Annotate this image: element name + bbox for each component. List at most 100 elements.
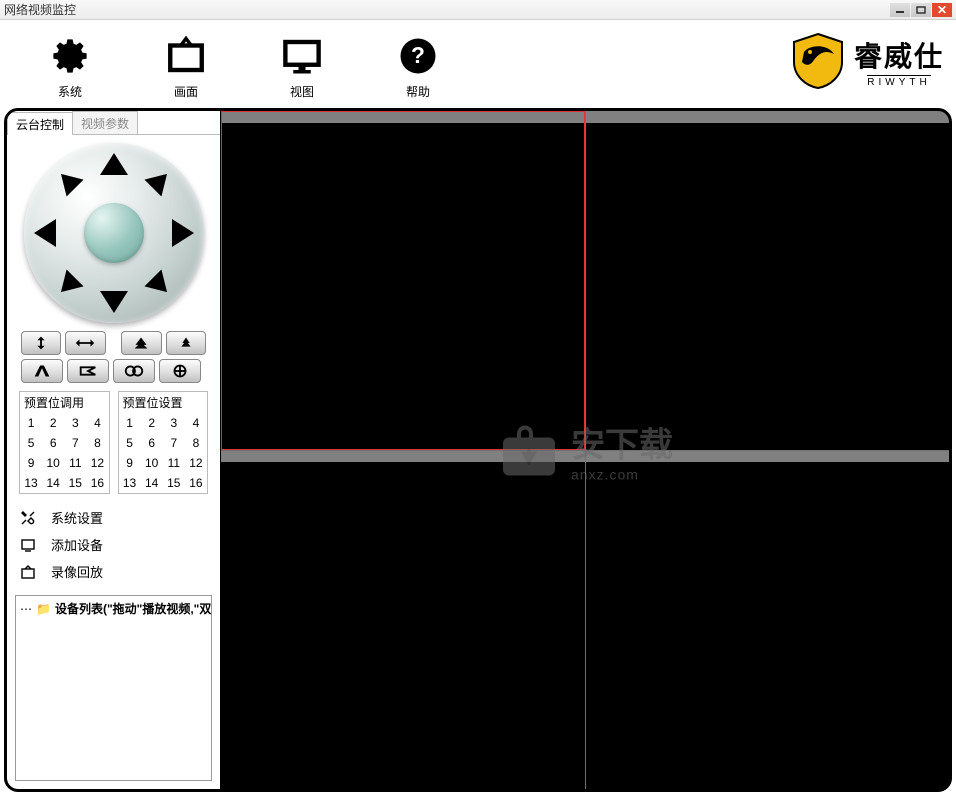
aperture-close-button[interactable] (67, 359, 109, 383)
preset-recall-3[interactable]: 3 (64, 413, 86, 433)
video-cell-2[interactable] (585, 111, 949, 450)
monitor-icon (281, 35, 323, 77)
focus-far-button[interactable] (113, 359, 155, 383)
brand-logo: 睿威仕 RIWYTH (790, 32, 944, 90)
preset-set-2[interactable]: 2 (141, 413, 163, 433)
svg-text:?: ? (411, 42, 425, 68)
preset-area: 预置位调用 12345678910111213141516 预置位设置 1234… (7, 387, 220, 498)
logo-en: RIWYTH (867, 75, 930, 88)
ptz-center[interactable] (84, 203, 144, 263)
preset-set-4[interactable]: 4 (185, 413, 207, 433)
main-toolbar: 系统 画面 视图 ? 帮助 睿威仕 RIWYTH (0, 20, 956, 106)
video-grid: 安下载 anxz.com (221, 111, 949, 789)
left-tabs: 云台控制 视频参数 (7, 111, 220, 135)
preset-set-8[interactable]: 8 (185, 433, 207, 453)
video-cell-4[interactable] (585, 450, 949, 789)
preset-recall-4[interactable]: 4 (86, 413, 108, 433)
tree-line: ⋯ (20, 602, 32, 616)
preset-recall-6[interactable]: 6 (42, 433, 64, 453)
frame-icon (165, 35, 207, 77)
ptz-down[interactable] (100, 291, 128, 313)
ptz-up[interactable] (100, 153, 128, 175)
preset-recall-15[interactable]: 15 (64, 473, 86, 493)
preset-recall-14[interactable]: 14 (42, 473, 64, 493)
video-cell-3[interactable] (221, 450, 585, 789)
preset-set-title: 预置位设置 (119, 392, 208, 413)
add-device-icon (19, 536, 37, 554)
preset-set-14[interactable]: 14 (141, 473, 163, 493)
toolbar-system[interactable]: 系统 (40, 35, 100, 100)
preset-set-3[interactable]: 3 (163, 413, 185, 433)
focus-near-button[interactable] (159, 359, 201, 383)
gear-icon (49, 35, 91, 77)
ptz-buttons (7, 331, 220, 387)
preset-recall-box: 预置位调用 12345678910111213141516 (19, 391, 110, 494)
tree-root[interactable]: ⋯ 📁 设备列表("拖动"播放视频,"双 (20, 600, 207, 617)
tab-ptz[interactable]: 云台控制 (7, 112, 73, 135)
preset-recall-8[interactable]: 8 (86, 433, 108, 453)
help-icon: ? (397, 35, 439, 77)
zoom-vert-button[interactable] (21, 331, 61, 355)
menu-system-settings[interactable]: 系统设置 (19, 504, 208, 531)
preset-set-15[interactable]: 15 (163, 473, 185, 493)
toolbar-system-label: 系统 (58, 83, 82, 100)
zoom-horiz-button[interactable] (65, 331, 105, 355)
video-cell-1[interactable] (221, 111, 585, 450)
zoom-out-tree-button[interactable] (121, 331, 161, 355)
preset-set-1[interactable]: 1 (119, 413, 141, 433)
preset-recall-12[interactable]: 12 (86, 453, 108, 473)
menu-settings-label: 系统设置 (51, 508, 103, 527)
ptz-up-left[interactable] (52, 165, 83, 196)
preset-set-11[interactable]: 11 (163, 453, 185, 473)
preset-set-9[interactable]: 9 (119, 453, 141, 473)
toolbar-screen[interactable]: 画面 (156, 35, 216, 100)
maximize-button[interactable] (911, 3, 931, 17)
preset-set-10[interactable]: 10 (141, 453, 163, 473)
preset-set-13[interactable]: 13 (119, 473, 141, 493)
preset-recall-2[interactable]: 2 (42, 413, 64, 433)
tv-icon (19, 563, 37, 581)
shield-eagle-icon (790, 32, 846, 90)
ptz-down-right[interactable] (144, 269, 175, 300)
tree-root-label: 设备列表("拖动"播放视频,"双 (55, 600, 211, 617)
ptz-dial (24, 143, 204, 323)
zoom-in-tree-button[interactable] (166, 331, 206, 355)
preset-recall-11[interactable]: 11 (64, 453, 86, 473)
main-workspace: 云台控制 视频参数 (4, 108, 952, 792)
preset-recall-13[interactable]: 13 (20, 473, 42, 493)
toolbar-view[interactable]: 视图 (272, 35, 332, 100)
window-title: 网络视频监控 (4, 1, 889, 18)
preset-recall-16[interactable]: 16 (86, 473, 108, 493)
grid-divider-h (221, 450, 949, 451)
preset-recall-1[interactable]: 1 (20, 413, 42, 433)
ptz-right[interactable] (172, 219, 194, 247)
preset-set-12[interactable]: 12 (185, 453, 207, 473)
side-menu: 系统设置 添加设备 录像回放 (7, 498, 220, 591)
ptz-down-left[interactable] (52, 269, 83, 300)
menu-add-device-label: 添加设备 (51, 535, 103, 554)
menu-playback[interactable]: 录像回放 (19, 558, 208, 585)
preset-set-16[interactable]: 16 (185, 473, 207, 493)
menu-playback-label: 录像回放 (51, 562, 103, 581)
close-button[interactable]: ✕ (932, 3, 952, 17)
preset-set-6[interactable]: 6 (141, 433, 163, 453)
preset-recall-title: 预置位调用 (20, 392, 109, 413)
ptz-up-right[interactable] (144, 165, 175, 196)
toolbar-screen-label: 画面 (174, 83, 198, 100)
preset-recall-7[interactable]: 7 (64, 433, 86, 453)
preset-recall-5[interactable]: 5 (20, 433, 42, 453)
ptz-left[interactable] (34, 219, 56, 247)
toolbar-help-label: 帮助 (406, 83, 430, 100)
preset-set-7[interactable]: 7 (163, 433, 185, 453)
tools-icon (19, 509, 37, 527)
preset-set-box: 预置位设置 12345678910111213141516 (118, 391, 209, 494)
menu-add-device[interactable]: 添加设备 (19, 531, 208, 558)
preset-recall-10[interactable]: 10 (42, 453, 64, 473)
device-tree[interactable]: ⋯ 📁 设备列表("拖动"播放视频,"双 (15, 595, 212, 781)
aperture-open-button[interactable] (21, 359, 63, 383)
minimize-button[interactable] (890, 3, 910, 17)
tab-video-params[interactable]: 视频参数 (72, 111, 138, 134)
toolbar-help[interactable]: ? 帮助 (388, 35, 448, 100)
preset-set-5[interactable]: 5 (119, 433, 141, 453)
preset-recall-9[interactable]: 9 (20, 453, 42, 473)
